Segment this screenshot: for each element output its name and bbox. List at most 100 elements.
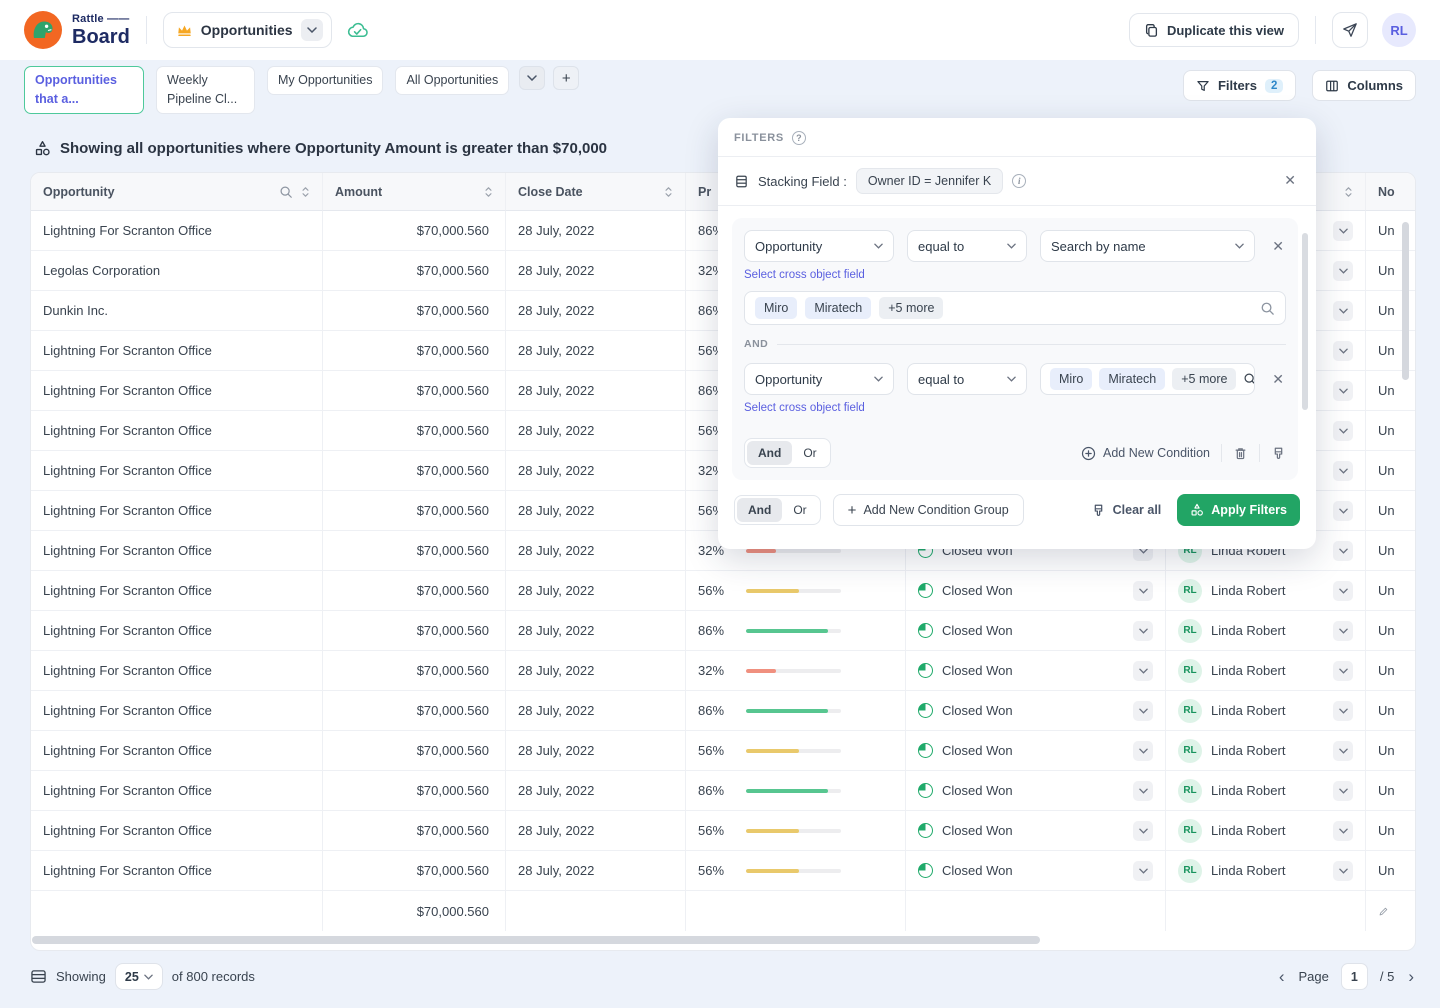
- owner-dropdown-chevron[interactable]: [1333, 501, 1353, 521]
- stage-dropdown-chevron[interactable]: [1133, 821, 1153, 841]
- selected-values-input-2[interactable]: Miro Miratech +5 more: [1040, 363, 1255, 395]
- close-date-cell: [506, 891, 686, 931]
- operator-select[interactable]: equal to: [907, 230, 1027, 262]
- view-tab-1[interactable]: Weekly Pipeline Cl...: [156, 66, 255, 114]
- field-select[interactable]: Opportunity: [744, 230, 894, 262]
- apply-filters-button[interactable]: Apply Filters: [1177, 494, 1300, 526]
- selected-values-input[interactable]: Miro Miratech +5 more: [744, 291, 1286, 325]
- owner-dropdown-chevron[interactable]: [1333, 381, 1353, 401]
- duplicate-view-button[interactable]: Duplicate this view: [1129, 13, 1299, 47]
- view-switcher[interactable]: Opportunities: [163, 12, 332, 48]
- close-date-cell: 28 July, 2022: [506, 251, 686, 291]
- filters-button[interactable]: Filters 2: [1183, 70, 1296, 101]
- stage-dropdown-chevron[interactable]: [1133, 661, 1153, 681]
- owner-dropdown-chevron[interactable]: [1333, 861, 1353, 881]
- prev-page-button[interactable]: ‹: [1277, 968, 1287, 985]
- search-icon[interactable]: [279, 185, 293, 199]
- close-panel-icon[interactable]: ✕: [1284, 172, 1296, 189]
- field-select-2[interactable]: Opportunity: [744, 363, 894, 395]
- stage-dropdown-chevron[interactable]: [1133, 581, 1153, 601]
- root-and-toggle[interactable]: And: [737, 498, 782, 522]
- remove-condition-2-icon[interactable]: ✕: [1270, 371, 1286, 388]
- owner-dropdown-chevron[interactable]: [1333, 301, 1353, 321]
- owner-dropdown-chevron[interactable]: [1333, 421, 1353, 441]
- stage-dropdown-chevron[interactable]: [1133, 781, 1153, 801]
- owner-dropdown-chevron[interactable]: [1333, 821, 1353, 841]
- or-toggle[interactable]: Or: [792, 441, 827, 465]
- current-page-input[interactable]: 1: [1341, 963, 1368, 990]
- edit-pencil-icon[interactable]: [1378, 906, 1389, 917]
- user-avatar[interactable]: RL: [1382, 13, 1416, 47]
- view-tab-2[interactable]: My Opportunities: [267, 66, 383, 95]
- sort-icon[interactable]: [484, 185, 493, 199]
- page-size-select[interactable]: 25: [115, 963, 163, 990]
- cross-object-field-link[interactable]: Select cross object field: [744, 269, 865, 281]
- filters-count-badge: 2: [1265, 79, 1283, 93]
- chevron-down-icon[interactable]: [301, 19, 323, 41]
- value-chip-1-0[interactable]: Miro: [755, 297, 797, 319]
- owner-dropdown-chevron[interactable]: [1333, 661, 1353, 681]
- horizontal-scrollbar[interactable]: [32, 936, 1040, 944]
- value-chip-1-1[interactable]: Miratech: [805, 297, 871, 319]
- more-values-chip-2[interactable]: +5 more: [1172, 368, 1236, 390]
- panel-scrollbar[interactable]: [1302, 233, 1308, 410]
- stage-dropdown-chevron[interactable]: [1133, 741, 1153, 761]
- rows-icon: [30, 969, 47, 984]
- clear-all-button[interactable]: Clear all: [1091, 503, 1162, 518]
- stage-dropdown-chevron[interactable]: [1133, 861, 1153, 881]
- owner-dropdown-chevron[interactable]: [1333, 581, 1353, 601]
- owner-dropdown-chevron[interactable]: [1333, 221, 1353, 241]
- operator-select-2[interactable]: equal to: [907, 363, 1027, 395]
- owner-dropdown-chevron[interactable]: [1333, 261, 1353, 281]
- sort-icon[interactable]: [1344, 185, 1353, 199]
- add-new-condition-button[interactable]: Add New Condition: [1081, 446, 1210, 461]
- columns-button[interactable]: Columns: [1312, 70, 1416, 101]
- owner-dropdown-chevron[interactable]: [1333, 541, 1353, 561]
- probability-value: 86%: [698, 703, 732, 718]
- value-chip-2-1[interactable]: Miratech: [1099, 368, 1165, 390]
- view-tabs: Opportunities that a...Weekly Pipeline C…: [24, 66, 509, 114]
- owner-dropdown-chevron[interactable]: [1333, 781, 1353, 801]
- owner-dropdown-chevron[interactable]: [1333, 621, 1353, 641]
- owner-avatar: RL: [1178, 859, 1202, 883]
- clear-group-brush-icon[interactable]: [1271, 446, 1286, 461]
- column-header-6[interactable]: No: [1366, 173, 1416, 211]
- table-row-17: $70,000.560: [31, 891, 1415, 931]
- next-page-button[interactable]: ›: [1406, 968, 1416, 985]
- vertical-scrollbar[interactable]: [1402, 222, 1409, 380]
- owner-dropdown-chevron[interactable]: [1333, 741, 1353, 761]
- delete-group-icon[interactable]: [1233, 446, 1248, 461]
- column-header-1[interactable]: Amount: [323, 173, 506, 211]
- and-toggle[interactable]: And: [747, 441, 792, 465]
- sort-icon[interactable]: [301, 185, 310, 199]
- add-condition-group-button[interactable]: + Add New Condition Group: [833, 494, 1024, 526]
- cross-object-field-link-2[interactable]: Select cross object field: [744, 402, 865, 414]
- opportunity-cell: Lightning For Scranton Office: [31, 811, 323, 851]
- owner-dropdown-chevron[interactable]: [1333, 701, 1353, 721]
- value-select[interactable]: Search by name: [1040, 230, 1255, 262]
- view-tab-3[interactable]: All Opportunities: [395, 66, 509, 95]
- stacking-field-value[interactable]: Owner ID = Jennifer K: [856, 168, 1003, 194]
- remove-condition-icon[interactable]: ✕: [1270, 238, 1286, 255]
- column-header-0[interactable]: Opportunity: [31, 173, 323, 211]
- owner-dropdown-chevron[interactable]: [1333, 341, 1353, 361]
- stage-dropdown-chevron[interactable]: [1133, 621, 1153, 641]
- view-tab-0[interactable]: Opportunities that a...: [24, 66, 144, 114]
- group-and-or-toggle: And Or: [744, 438, 831, 468]
- owner-dropdown-chevron[interactable]: [1333, 461, 1353, 481]
- add-view-button[interactable]: +: [553, 66, 579, 90]
- stage-cell: Closed Won: [906, 691, 1166, 731]
- probability-value: 56%: [698, 863, 732, 878]
- send-button[interactable]: [1332, 12, 1368, 48]
- sort-icon[interactable]: [664, 185, 673, 199]
- more-views-chevron-button[interactable]: [519, 66, 545, 90]
- column-header-2[interactable]: Close Date: [506, 173, 686, 211]
- table-row-10: Lightning For Scranton Office$70,000.560…: [31, 611, 1415, 651]
- stage-pie-icon: [918, 703, 933, 718]
- stage-dropdown-chevron[interactable]: [1133, 701, 1153, 721]
- help-icon[interactable]: ?: [792, 131, 806, 145]
- condition-group: Opportunity equal to Search by name ✕ Se…: [732, 218, 1298, 480]
- value-chip-2-0[interactable]: Miro: [1050, 368, 1092, 390]
- root-or-toggle[interactable]: Or: [782, 498, 817, 522]
- more-values-chip[interactable]: +5 more: [879, 297, 943, 319]
